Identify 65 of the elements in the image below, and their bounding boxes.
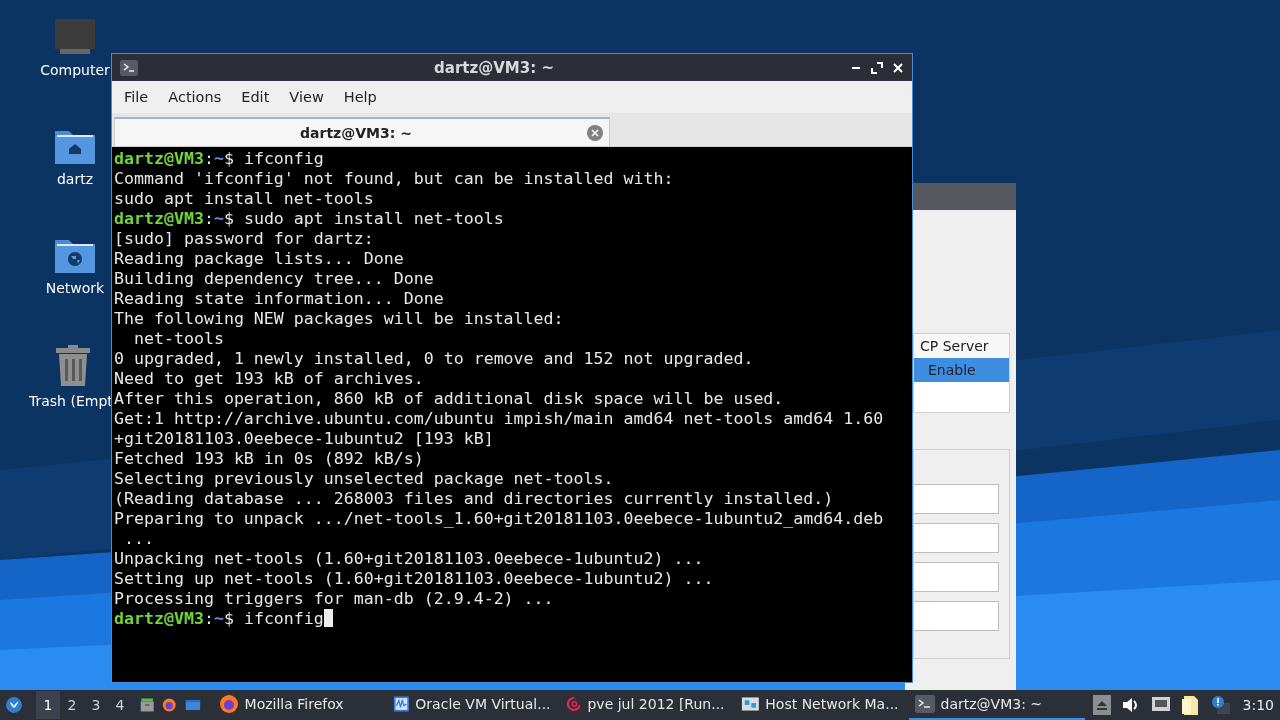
swirl-icon (566, 694, 582, 714)
input-field[interactable] (914, 484, 999, 514)
start-menu-icon[interactable] (6, 694, 22, 716)
notes-icon[interactable] (1180, 694, 1201, 716)
terminal-line: Preparing to unpack .../net-tools_1.60+git20181103.0eebece-1ubuntu2_amd64.deb (114, 509, 885, 529)
input-field[interactable] (914, 523, 999, 553)
terminal-line: dartz@VM3:~$ ifconfig (114, 149, 325, 169)
trash-icon[interactable] (54, 345, 92, 387)
taskbar-button[interactable]: Host Network Ma... (734, 690, 905, 720)
workspace-button[interactable]: 3 (83, 691, 108, 719)
waveform-icon (392, 694, 410, 714)
terminal-line: dartz@VM3:~$ ifconfig (114, 609, 910, 629)
taskbar-button[interactable]: Oracle VM Virtual... (386, 690, 557, 720)
terminal-line: Command 'ifconfig' not found, but can be installed with: (114, 169, 675, 189)
terminal-line: 0 upgraded, 1 newly installed, 0 to remove and 152 not upgraded. (114, 349, 755, 369)
menu-item[interactable]: Help (335, 87, 385, 107)
terminal-line: Setting up net-tools (1.60+git20181103.0eebece-1ubuntu2) ... (114, 569, 715, 589)
desktop-icon-label: Trash (Empt (29, 393, 113, 409)
terminal-line: Reading package lists... Done (114, 249, 405, 269)
terminal-line: net-tools (132, 329, 225, 349)
terminal-line: After this operation, 860 kB of additional disk space will be used. (114, 389, 785, 409)
terminal-line: Unpacking net-tools (1.60+git20181103.0eebece-1ubuntu2) ... (114, 549, 705, 569)
terminal-line: ... (123, 529, 155, 549)
window-title: dartz@VM3: ~ (433, 58, 555, 77)
taskbar-button[interactable]: dartz@VM3: ~ (908, 690, 1085, 720)
terminal-line: Need to get 193 kB of archives. (114, 369, 425, 389)
list-row[interactable]: Enable (914, 358, 1009, 382)
terminal-line: Reading state information... Done (114, 289, 445, 309)
network-card-icon (740, 694, 760, 714)
column-header: CP Server (914, 334, 1009, 358)
terminal-line: dartz@VM3:~$ sudo apt install net-tools (114, 209, 505, 229)
taskbar-button[interactable]: pve jul 2012 [Run... (560, 690, 731, 720)
workspace-button[interactable]: 1 (35, 691, 60, 719)
clock[interactable]: 3:10 (1242, 697, 1274, 713)
taskbar-button[interactable]: Mozilla Firefox (212, 690, 383, 720)
terminal-line: Building dependency tree... Done (114, 269, 435, 289)
terminal-icon (914, 695, 935, 713)
input-field[interactable] (914, 562, 999, 592)
menu-item[interactable]: File (116, 87, 157, 107)
eject-icon[interactable] (1092, 695, 1111, 715)
maximize-icon[interactable] (871, 61, 883, 74)
tab-label: dartz@VM3: ~ (299, 124, 413, 141)
terminal-tab[interactable]: dartz@VM3: ~ (114, 117, 610, 146)
terminal-line: Processing triggers for man-db (2.9.4-2) ... (114, 589, 555, 609)
terminal-line: Selecting previously unselected package net-tools. (114, 469, 615, 489)
workspace-button[interactable]: 4 (107, 691, 132, 719)
desktop-icon-label: Computer (39, 62, 111, 78)
terminal-line: [sudo] password for dartz: (114, 229, 375, 249)
terminal-line: The following NEW packages will be installed: (114, 309, 565, 329)
terminal-line: +git20181103.0eebece-1ubuntu2 [193 kB] (114, 429, 495, 449)
close-tab-icon[interactable] (587, 124, 603, 141)
workspace-button[interactable]: 2 (59, 691, 84, 719)
terminal-line: Get:1 http://archive.ubuntu.com/ubuntu impish/main amd64 net-tools amd64 1.60 (114, 409, 885, 429)
menu-item[interactable]: View (281, 87, 332, 107)
input-field[interactable] (914, 601, 999, 631)
menu-item[interactable]: Actions (160, 87, 230, 107)
notification-icon[interactable] (1210, 695, 1231, 715)
terminal-icon (120, 59, 138, 76)
terminal-line: sudo apt install net-tools (114, 189, 375, 209)
terminal-line: (Reading database ... 268003 files and directories currently installed.) (114, 489, 835, 509)
menu-item[interactable]: Edit (233, 87, 278, 107)
network-icon[interactable] (1150, 696, 1171, 714)
desktop-icon-label: Network (44, 280, 106, 296)
close-icon[interactable] (892, 61, 904, 74)
terminal-line: Fetched 193 kB in 0s (892 kB/s) (114, 449, 425, 469)
